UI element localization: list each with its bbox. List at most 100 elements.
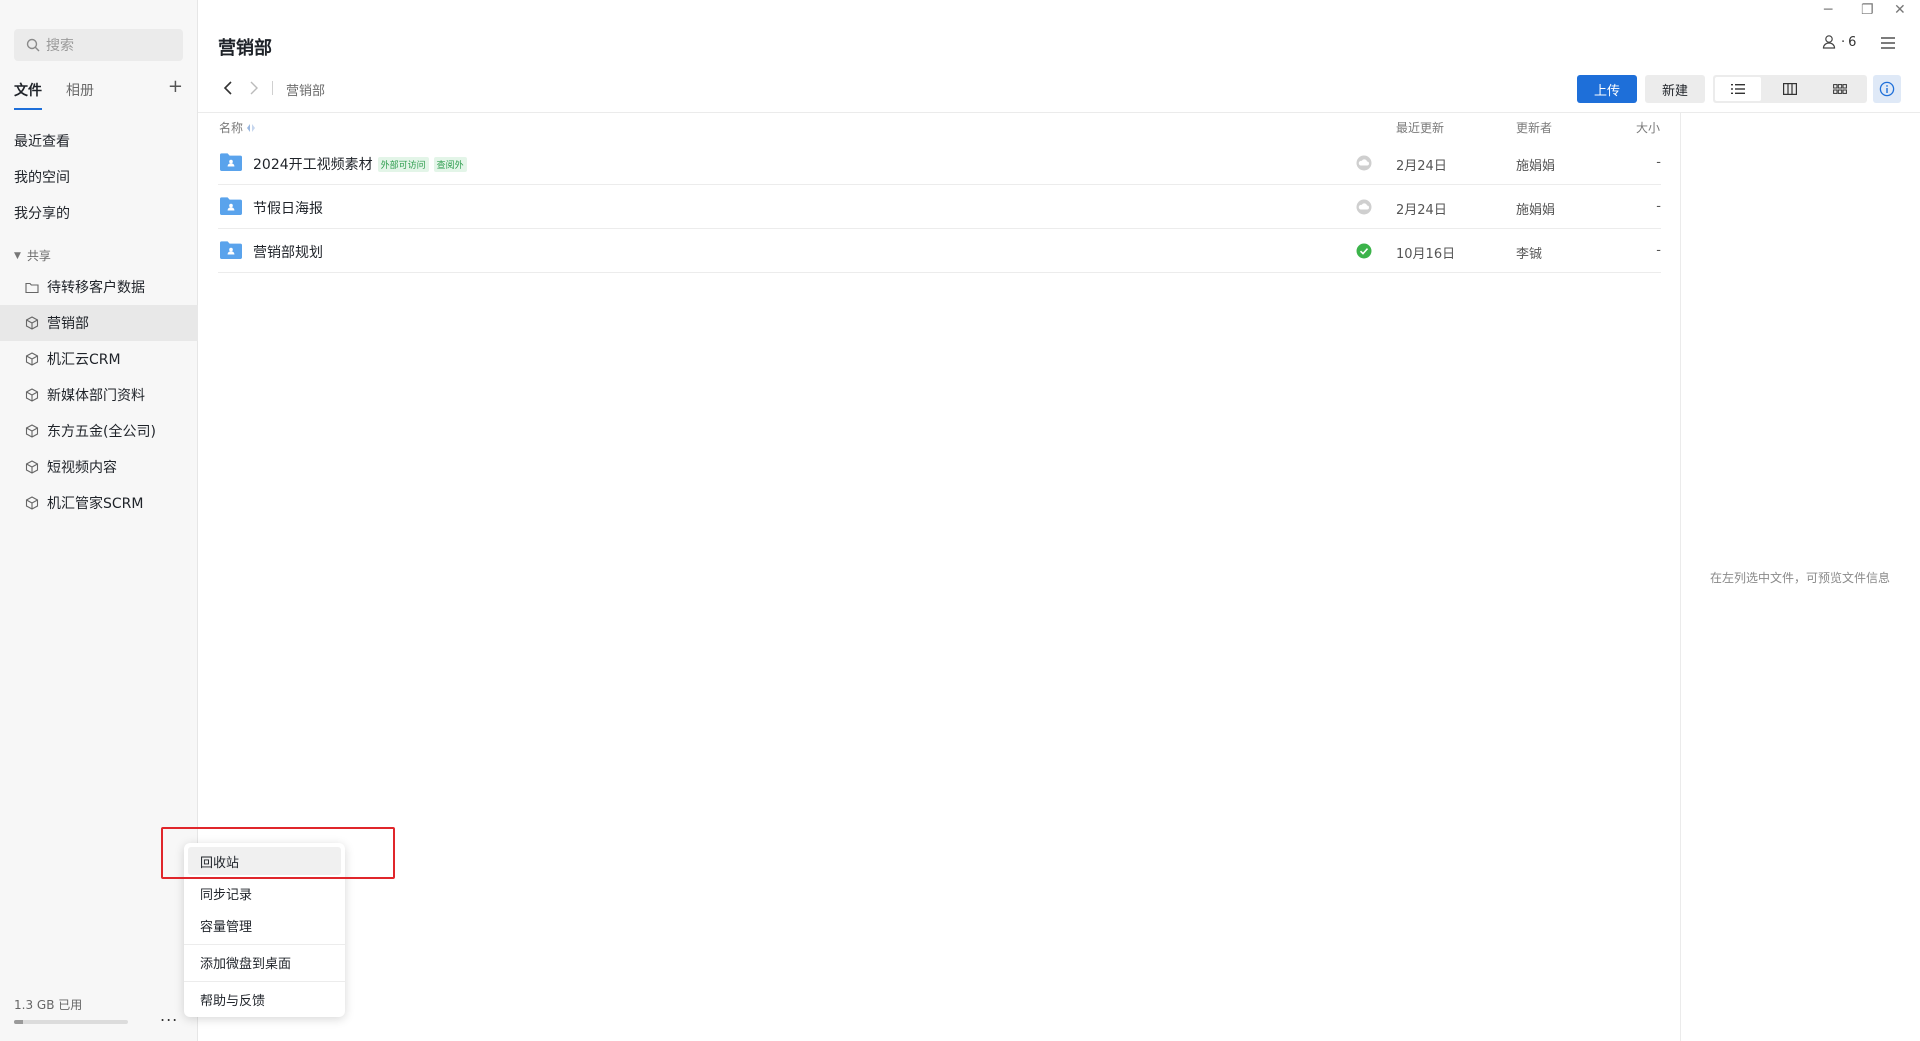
sidebar-tabs: 文件 相册 + xyxy=(14,78,183,112)
highlight-annotation-box xyxy=(161,827,395,879)
user-icon xyxy=(1822,35,1836,49)
file-size: - xyxy=(1656,199,1661,214)
list-view-button[interactable] xyxy=(1715,77,1761,101)
column-view-button[interactable] xyxy=(1767,77,1813,101)
shared-folder-icon xyxy=(25,282,39,293)
file-date: 2月24日 xyxy=(1396,203,1447,218)
grid-view-button[interactable] xyxy=(1817,77,1863,101)
restore-icon[interactable]: ❐ xyxy=(1861,2,1874,18)
shared-folder-icon xyxy=(220,241,242,259)
shared-item-label: 机汇云CRM xyxy=(47,352,121,368)
cube-icon xyxy=(25,460,39,474)
list-divider xyxy=(198,112,1920,113)
cloud-icon xyxy=(1356,155,1372,171)
menu-item-capacity[interactable]: 容量管理 xyxy=(188,911,341,939)
view-mode-group xyxy=(1713,75,1867,103)
member-count: 6 xyxy=(1848,34,1857,50)
detail-panel-hint: 在左列选中文件，可预览文件信息 xyxy=(1710,571,1891,585)
list-view-icon xyxy=(1731,84,1745,94)
menu-icon[interactable] xyxy=(1880,36,1896,50)
shared-item-short-video[interactable]: 短视频内容 xyxy=(0,449,198,485)
file-name-text: 2024开工视频素材 xyxy=(253,157,373,173)
shared-item-crm[interactable]: 机汇云CRM xyxy=(0,341,198,377)
file-date: 2月24日 xyxy=(1396,159,1447,174)
synced-check-icon xyxy=(1356,243,1372,259)
search-placeholder: 搜索 xyxy=(46,38,74,54)
file-name-text: 营销部规划 xyxy=(253,245,323,261)
column-header-name[interactable]: 名称 xyxy=(219,119,256,136)
search-input[interactable]: 搜索 xyxy=(14,29,183,61)
sidebar: 搜索 文件 相册 + 最近查看 我的空间 我分享的 ▼ 共享 待转移客户数据 营… xyxy=(0,0,198,1041)
menu-item-help[interactable]: 帮助与反馈 xyxy=(188,985,341,1013)
shared-item-label: 新媒体部门资料 xyxy=(47,388,145,404)
column-header-updated[interactable]: 最近更新 xyxy=(1396,119,1444,136)
file-name: 2024开工视频素材 外部可访问 查阅外 xyxy=(253,154,467,174)
shared-item-label: 待转移客户数据 xyxy=(47,280,145,296)
new-button[interactable]: 新建 xyxy=(1645,75,1705,103)
cloud-icon xyxy=(1356,199,1372,215)
shared-item-scrm[interactable]: 机汇管家SCRM xyxy=(0,485,198,521)
more-options-button[interactable]: ... xyxy=(160,1006,178,1025)
nav-my-shared[interactable]: 我分享的 xyxy=(14,203,70,223)
storage-progress-bar xyxy=(14,1020,128,1024)
shared-section-header[interactable]: ▼ 共享 xyxy=(14,247,51,264)
grid-view-icon xyxy=(1833,84,1847,94)
file-updater: 施娟娟 xyxy=(1516,203,1556,218)
storage-used-text: 1.3 GB 已用 xyxy=(14,998,83,1012)
column-header-name-label: 名称 xyxy=(219,121,244,135)
shared-item-marketing[interactable]: 营销部 xyxy=(0,305,198,341)
file-name: 节假日海报 xyxy=(253,198,323,218)
column-header-updater[interactable]: 更新者 xyxy=(1516,119,1552,136)
shared-item-label: 机汇管家SCRM xyxy=(47,496,144,512)
nav-recent[interactable]: 最近查看 xyxy=(14,131,70,151)
shared-item-pending-transfer[interactable]: 待转移客户数据 xyxy=(0,269,198,305)
info-icon xyxy=(1879,81,1895,97)
shared-item-label: 短视频内容 xyxy=(47,460,117,476)
close-icon[interactable]: ✕ xyxy=(1894,2,1906,18)
tag-badge: 外部可访问 xyxy=(377,156,429,172)
file-row[interactable]: 2024开工视频素材 外部可访问 查阅外 2月24日 施娟娟 - xyxy=(218,141,1661,185)
menu-divider xyxy=(184,944,345,945)
column-view-icon xyxy=(1783,83,1797,95)
members-button[interactable]: · 6 xyxy=(1822,34,1856,50)
shared-item-company[interactable]: 东方五金(全公司) xyxy=(0,413,198,449)
file-name-text: 节假日海报 xyxy=(253,201,323,217)
file-size: - xyxy=(1656,155,1661,170)
cube-icon xyxy=(25,352,39,366)
file-size: - xyxy=(1656,243,1661,258)
shared-folder-icon xyxy=(220,153,242,171)
tag-badge: 查阅外 xyxy=(433,156,467,172)
tab-files[interactable]: 文件 xyxy=(14,80,42,110)
tab-album[interactable]: 相册 xyxy=(66,80,94,100)
column-header-size[interactable]: 大小 xyxy=(1636,119,1660,136)
file-updater: 施娟娟 xyxy=(1516,159,1556,174)
menu-item-add-to-desktop[interactable]: 添加微盘到桌面 xyxy=(188,948,341,976)
detail-panel-divider xyxy=(1680,113,1681,1041)
shared-section-label: 共享 xyxy=(26,249,51,263)
sort-icon xyxy=(247,123,256,132)
menu-item-sync-records[interactable]: 同步记录 xyxy=(188,879,341,907)
minimize-icon[interactable]: ─ xyxy=(1824,2,1832,18)
shared-item-label: 东方五金(全公司) xyxy=(47,424,156,440)
menu-divider xyxy=(184,981,345,982)
cube-icon xyxy=(25,424,39,438)
file-row[interactable]: 营销部规划 10月16日 李铖 - xyxy=(218,229,1661,273)
page-title: 营销部 xyxy=(218,38,272,59)
upload-button[interactable]: 上传 xyxy=(1577,75,1637,103)
forward-arrow-icon[interactable] xyxy=(248,80,260,96)
file-row[interactable]: 节假日海报 2月24日 施娟娟 - xyxy=(218,185,1661,229)
file-name: 营销部规划 xyxy=(253,242,323,262)
search-icon xyxy=(26,38,40,52)
breadcrumb[interactable]: 营销部 xyxy=(286,80,325,99)
breadcrumb-divider xyxy=(272,81,273,95)
storage-progress-fill xyxy=(14,1020,24,1024)
back-arrow-icon[interactable] xyxy=(222,80,234,96)
shared-folder-icon xyxy=(220,197,242,215)
info-button[interactable] xyxy=(1873,75,1901,103)
nav-my-space[interactable]: 我的空间 xyxy=(14,167,70,187)
caret-down-icon: ▼ xyxy=(14,250,21,261)
shared-item-new-media[interactable]: 新媒体部门资料 xyxy=(0,377,198,413)
cube-icon xyxy=(25,496,39,510)
add-icon[interactable]: + xyxy=(168,78,183,96)
cube-icon xyxy=(25,388,39,402)
